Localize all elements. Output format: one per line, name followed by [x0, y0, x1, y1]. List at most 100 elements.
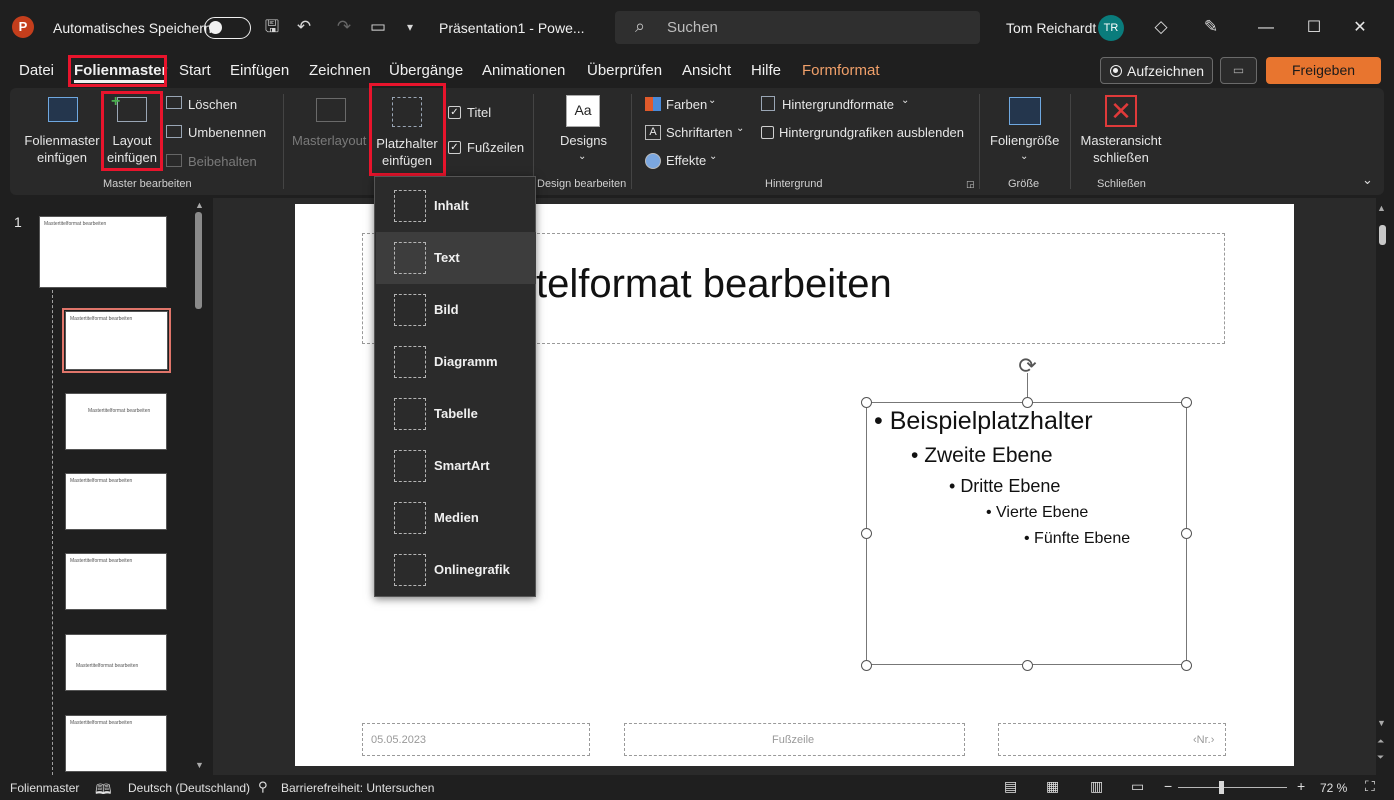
footer-checkbox[interactable]: ✓	[448, 141, 461, 154]
layout-thumbnail-selected[interactable]: Mastertitelformat bearbeiten	[62, 308, 171, 373]
tab-ueberpruefen[interactable]: Überprüfen	[587, 62, 662, 79]
text-list-icon	[394, 242, 426, 274]
comment-button[interactable]: ▭	[1220, 57, 1257, 84]
delete-button[interactable]: Löschen	[188, 97, 237, 112]
menu-item-text[interactable]: Text	[376, 232, 536, 284]
canvas-scroll-down-icon[interactable]: ▼	[1377, 718, 1386, 728]
zoom-in-icon[interactable]: +	[1297, 778, 1305, 794]
autosave-toggle[interactable]	[204, 17, 251, 39]
search-input[interactable]: Suchen	[667, 19, 718, 36]
previous-slide-icon[interactable]: ⏶	[1377, 736, 1384, 747]
status-accessibility[interactable]: Barrierefreiheit: Untersuchen	[281, 781, 434, 795]
menu-item-diagramm[interactable]: Diagramm	[376, 336, 536, 388]
normal-view-icon[interactable]: ▤	[1004, 778, 1017, 795]
rotate-handle-icon[interactable]: ⟳	[1015, 353, 1040, 378]
layout-thumbnail[interactable]: Mastertitelformat bearbeiten	[65, 715, 167, 772]
menu-item-inhalt[interactable]: Inhalt	[376, 180, 536, 232]
scroll-down-icon[interactable]: ▼	[195, 760, 204, 770]
minimize-icon[interactable]: —	[1252, 14, 1280, 42]
content-grid-icon	[394, 190, 426, 222]
resize-handle[interactable]	[861, 528, 872, 539]
media-film-icon	[394, 502, 426, 534]
reading-view-icon[interactable]: ▥	[1090, 778, 1103, 795]
tab-hilfe[interactable]: Hilfe	[751, 62, 781, 79]
scroll-up-icon[interactable]: ▲	[195, 200, 204, 210]
close-master-view-button[interactable]: Masteransicht schließen	[1080, 132, 1162, 166]
master-slide-thumbnail[interactable]: Mastertitelformat bearbeiten	[39, 216, 167, 288]
menu-item-medien[interactable]: Medien	[376, 492, 536, 544]
highlight-folienmaster	[68, 55, 167, 87]
designs-button[interactable]: Designs	[560, 132, 607, 149]
zoom-level[interactable]: 72 %	[1320, 781, 1347, 795]
redo-icon[interactable]: ↷	[332, 15, 356, 39]
powerpoint-logo-icon: P	[12, 16, 34, 38]
effects-button[interactable]: Effekte	[666, 153, 706, 168]
menu-item-smartart[interactable]: SmartArt	[376, 440, 536, 492]
dialog-launcher-icon[interactable]: ◲	[966, 179, 975, 190]
tab-datei[interactable]: Datei	[19, 62, 54, 79]
title-checkbox-label: Titel	[467, 105, 492, 120]
tab-start[interactable]: Start	[179, 62, 211, 79]
notes-book-icon[interactable]: 🕮	[95, 779, 112, 800]
tab-zeichnen[interactable]: Zeichnen	[309, 62, 371, 79]
colors-button[interactable]: Farben	[666, 97, 707, 112]
zoom-slider-track[interactable]	[1178, 787, 1287, 788]
status-language[interactable]: Deutsch (Deutschland)	[128, 781, 250, 795]
accessibility-icon: ⚲	[258, 779, 268, 794]
slide-size-button[interactable]: Foliengröße	[990, 132, 1059, 149]
resize-handle[interactable]	[1181, 528, 1192, 539]
tab-formformat[interactable]: Formformat	[802, 62, 880, 79]
slide-number-placeholder[interactable]	[998, 723, 1226, 756]
slideshow-icon[interactable]: ▭	[1131, 778, 1144, 795]
master-layout-button[interactable]: Masterlayout	[292, 132, 366, 149]
next-slide-icon[interactable]: ⏷	[1377, 752, 1384, 763]
resize-handle[interactable]	[861, 660, 872, 671]
record-button[interactable]: Aufzeichnen	[1100, 57, 1213, 84]
tab-uebergaenge[interactable]: Übergänge	[389, 62, 463, 79]
hide-bg-graphics-checkbox[interactable]	[761, 126, 774, 139]
resize-handle[interactable]	[1181, 660, 1192, 671]
collapse-ribbon-chevron-down-icon[interactable]: ⌄	[1362, 172, 1373, 188]
preserve-button[interactable]: Beibehalten	[188, 154, 257, 169]
fonts-button[interactable]: Schriftarten	[666, 125, 732, 140]
panel-scrollbar[interactable]	[195, 212, 202, 309]
title-checkbox[interactable]: ✓	[448, 106, 461, 119]
undo-icon[interactable]: ↶	[292, 15, 316, 39]
avatar[interactable]: TR	[1098, 15, 1124, 41]
search-icon: ⌕	[635, 16, 646, 36]
share-button[interactable]: Freigeben	[1266, 57, 1381, 84]
menu-item-tabelle[interactable]: Tabelle	[376, 388, 536, 440]
layout-thumbnail[interactable]: Mastertitelformat bearbeiten	[65, 634, 167, 691]
presenter-icon[interactable]: ▭	[366, 15, 390, 39]
tab-animationen[interactable]: Animationen	[482, 62, 565, 79]
layout-thumbnail[interactable]: Mastertitelformat bearbeiten	[65, 473, 167, 530]
zoom-out-icon[interactable]: −	[1164, 778, 1172, 794]
pen-icon[interactable]: ✎	[1199, 15, 1223, 39]
canvas-scroll-up-icon[interactable]: ▲	[1377, 203, 1386, 213]
insert-slide-master-button[interactable]: Folienmaster einfügen	[22, 132, 102, 166]
rename-button[interactable]: Umbenennen	[188, 125, 266, 140]
tab-einfuegen[interactable]: Einfügen	[230, 62, 289, 79]
customize-quick-access-icon[interactable]: ▾	[398, 15, 422, 39]
ribbon-separator	[283, 94, 284, 189]
zoom-slider-thumb[interactable]	[1219, 781, 1224, 794]
menu-item-onlinegrafik[interactable]: Onlinegrafik	[376, 544, 536, 596]
resize-handle[interactable]	[861, 397, 872, 408]
layout-thumbnail[interactable]: Mastertitelformat bearbeiten	[65, 393, 167, 450]
tab-ansicht[interactable]: Ansicht	[682, 62, 731, 79]
slide-sorter-icon[interactable]: ▦	[1046, 778, 1059, 795]
fit-to-window-icon[interactable]: ⛶	[1365, 778, 1375, 795]
canvas-scrollbar[interactable]	[1379, 225, 1386, 245]
resize-handle[interactable]	[1181, 397, 1192, 408]
footer-checkbox-label: Fußzeilen	[467, 140, 525, 155]
close-icon[interactable]: ✕	[1346, 14, 1374, 42]
resize-handle[interactable]	[1022, 660, 1033, 671]
menu-item-bild[interactable]: Bild	[376, 284, 536, 336]
background-styles-button[interactable]: Hintergrundformate	[782, 97, 894, 112]
diamond-icon[interactable]: ◇	[1149, 15, 1173, 39]
title-bar: P Automatisches Speichern 🖫 ↶ ↷ ▭ ▾ Präs…	[0, 0, 1394, 56]
maximize-icon[interactable]: ☐	[1300, 14, 1328, 42]
layout-thumbnail[interactable]: Mastertitelformat bearbeiten	[65, 553, 167, 610]
search-box[interactable]: ⌕ Suchen	[615, 11, 980, 44]
save-icon[interactable]: 🖫	[260, 15, 284, 39]
